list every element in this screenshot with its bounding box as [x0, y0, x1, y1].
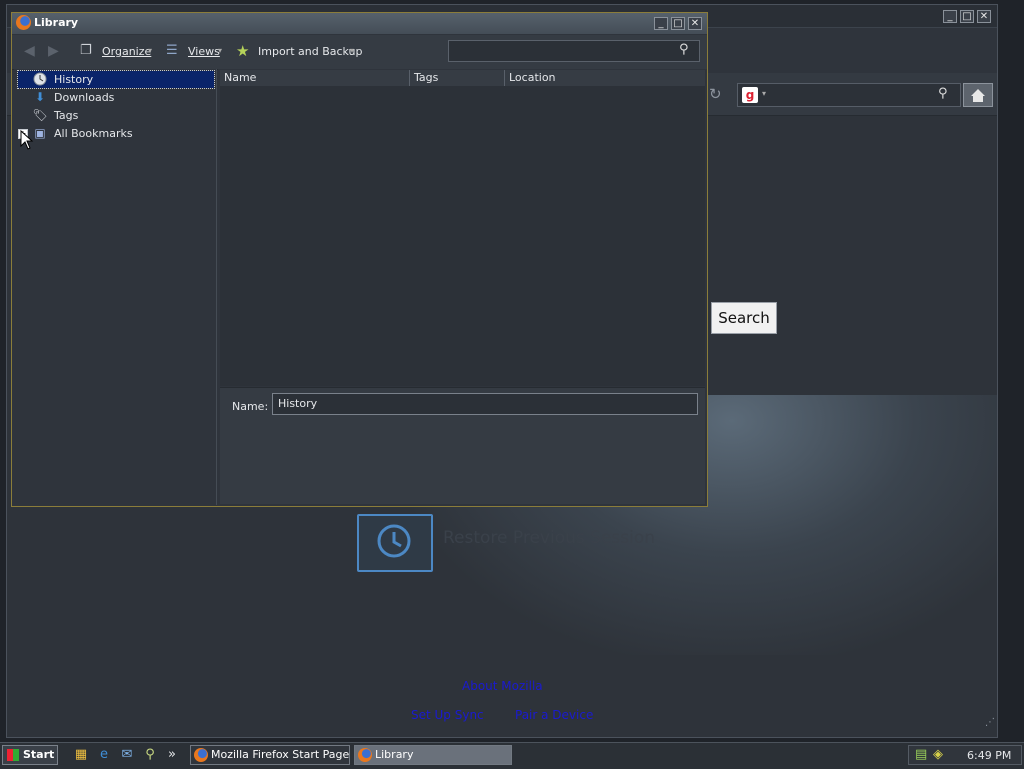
library-main-pane: Name Tags Location Name: History [218, 69, 707, 505]
library-minimize-button[interactable]: _ [654, 17, 668, 30]
chevron-down-icon[interactable]: ▾ [762, 89, 766, 98]
internet-explorer-icon[interactable]: e [96, 747, 112, 763]
views-icon: ☰ [166, 43, 178, 58]
places-list-header: Name Tags Location [220, 70, 705, 87]
magnifier-icon[interactable]: ⚲ [679, 42, 689, 57]
sidebar-item-label: Tags [54, 109, 79, 122]
reload-icon[interactable]: ↻ [709, 85, 722, 103]
explorer-search-icon[interactable]: ⚲ [142, 747, 158, 763]
chevron-down-icon: ▾ [218, 46, 223, 55]
network-icon[interactable]: ▤ [915, 747, 927, 762]
restore-session-tile[interactable] [357, 514, 433, 572]
restore-session-label[interactable]: Restore Previous Session [443, 528, 655, 548]
import-backup-star-icon: ★ [236, 42, 250, 60]
sidebar-item-label: History [54, 73, 94, 86]
windows-logo-icon [7, 749, 19, 761]
sidebar-item-downloads[interactable]: ⬇ Downloads [18, 89, 214, 106]
column-header-name[interactable]: Name [220, 70, 410, 86]
library-search-input[interactable]: ⚲ [448, 40, 700, 62]
firefox-maximize-button[interactable]: □ [960, 10, 974, 23]
chevron-down-icon: ▾ [350, 46, 355, 55]
mouse-cursor-icon [20, 130, 34, 150]
organize-icon: ❐ [80, 43, 92, 58]
system-tray: ▤ ◈ 6:49 PM [908, 745, 1022, 765]
sidebar-item-label: Downloads [54, 91, 115, 104]
outlook-express-icon[interactable]: ✉ [119, 747, 135, 763]
tag-icon: 🏷 [32, 108, 48, 122]
name-label: Name: [232, 400, 269, 413]
firefox-icon [16, 15, 31, 30]
task-library[interactable]: Library [354, 745, 512, 765]
download-arrow-icon: ⬇ [34, 90, 46, 104]
home-icon [971, 89, 985, 102]
forward-arrow-icon[interactable]: ▶ [48, 43, 59, 59]
task-firefox-start-page[interactable]: Mozilla Firefox Start Page... [190, 745, 350, 765]
column-header-location[interactable]: Location [505, 70, 705, 86]
clock[interactable]: 6:49 PM [967, 749, 1011, 762]
library-title: Library [34, 16, 79, 29]
organize-menu[interactable]: Organize [102, 45, 151, 58]
column-header-tags[interactable]: Tags [410, 70, 505, 86]
chevron-down-icon: ▾ [148, 46, 153, 55]
firefox-search-box[interactable]: g ▾ ⚲ [737, 83, 961, 107]
sidebar-item-tags[interactable]: 🏷 Tags [18, 107, 214, 124]
pair-device-link[interactable]: Pair a Device [515, 708, 593, 722]
library-sidebar: History ⬇ Downloads 🏷 Tags + ▣ All Bookm… [14, 69, 217, 505]
set-up-sync-link[interactable]: Set Up Sync [411, 708, 484, 722]
start-button[interactable]: Start [2, 745, 58, 765]
firefox-icon [358, 748, 372, 762]
firefox-close-button[interactable]: ✕ [977, 10, 991, 23]
firefox-icon [194, 748, 208, 762]
sidebar-item-label: All Bookmarks [54, 127, 133, 140]
back-arrow-icon[interactable]: ◀ [24, 43, 35, 59]
sidebar-item-all-bookmarks[interactable]: + ▣ All Bookmarks [18, 125, 214, 142]
sidebar-item-history[interactable]: History [17, 70, 215, 91]
quicklaunch-more-icon[interactable]: » [164, 747, 180, 763]
views-menu[interactable]: Views [188, 45, 220, 58]
volume-icon[interactable]: ◈ [933, 747, 943, 762]
magnifier-icon[interactable]: ⚲ [938, 86, 948, 101]
show-desktop-icon[interactable]: ▦ [73, 747, 89, 763]
library-maximize-button[interactable]: □ [671, 17, 685, 30]
clock-icon [32, 71, 48, 91]
library-toolbar: ◀ ▶ ❐ Organize ▾ ☰ Views ▾ ★ Import and … [12, 35, 707, 70]
library-window: Library _ □ ✕ ◀ ▶ ❐ Organize ▾ ☰ Views ▾… [11, 12, 708, 507]
clock-icon [377, 524, 411, 558]
places-list[interactable] [220, 86, 705, 386]
bookmark-star-icon: ▣ [34, 126, 46, 140]
home-button[interactable] [963, 83, 993, 107]
search-button[interactable]: Search [711, 302, 777, 334]
name-field[interactable]: History [272, 393, 698, 415]
task-label: Library [375, 748, 414, 761]
resize-grip-icon[interactable]: ⋰ [985, 717, 995, 728]
start-label: Start [23, 748, 55, 761]
details-pane: Name: History [220, 387, 705, 504]
library-close-button[interactable]: ✕ [688, 17, 702, 30]
google-engine-icon[interactable]: g [742, 87, 758, 103]
taskbar: Start ▦ e ✉ ⚲ » Mozilla Firefox Start Pa… [0, 742, 1024, 769]
about-mozilla-link[interactable]: About Mozilla [462, 679, 543, 693]
firefox-minimize-button[interactable]: _ [943, 10, 957, 23]
task-label: Mozilla Firefox Start Page... [211, 748, 350, 761]
library-titlebar[interactable]: Library _ □ ✕ [12, 13, 707, 34]
import-backup-menu[interactable]: Import and Backup [258, 45, 363, 58]
